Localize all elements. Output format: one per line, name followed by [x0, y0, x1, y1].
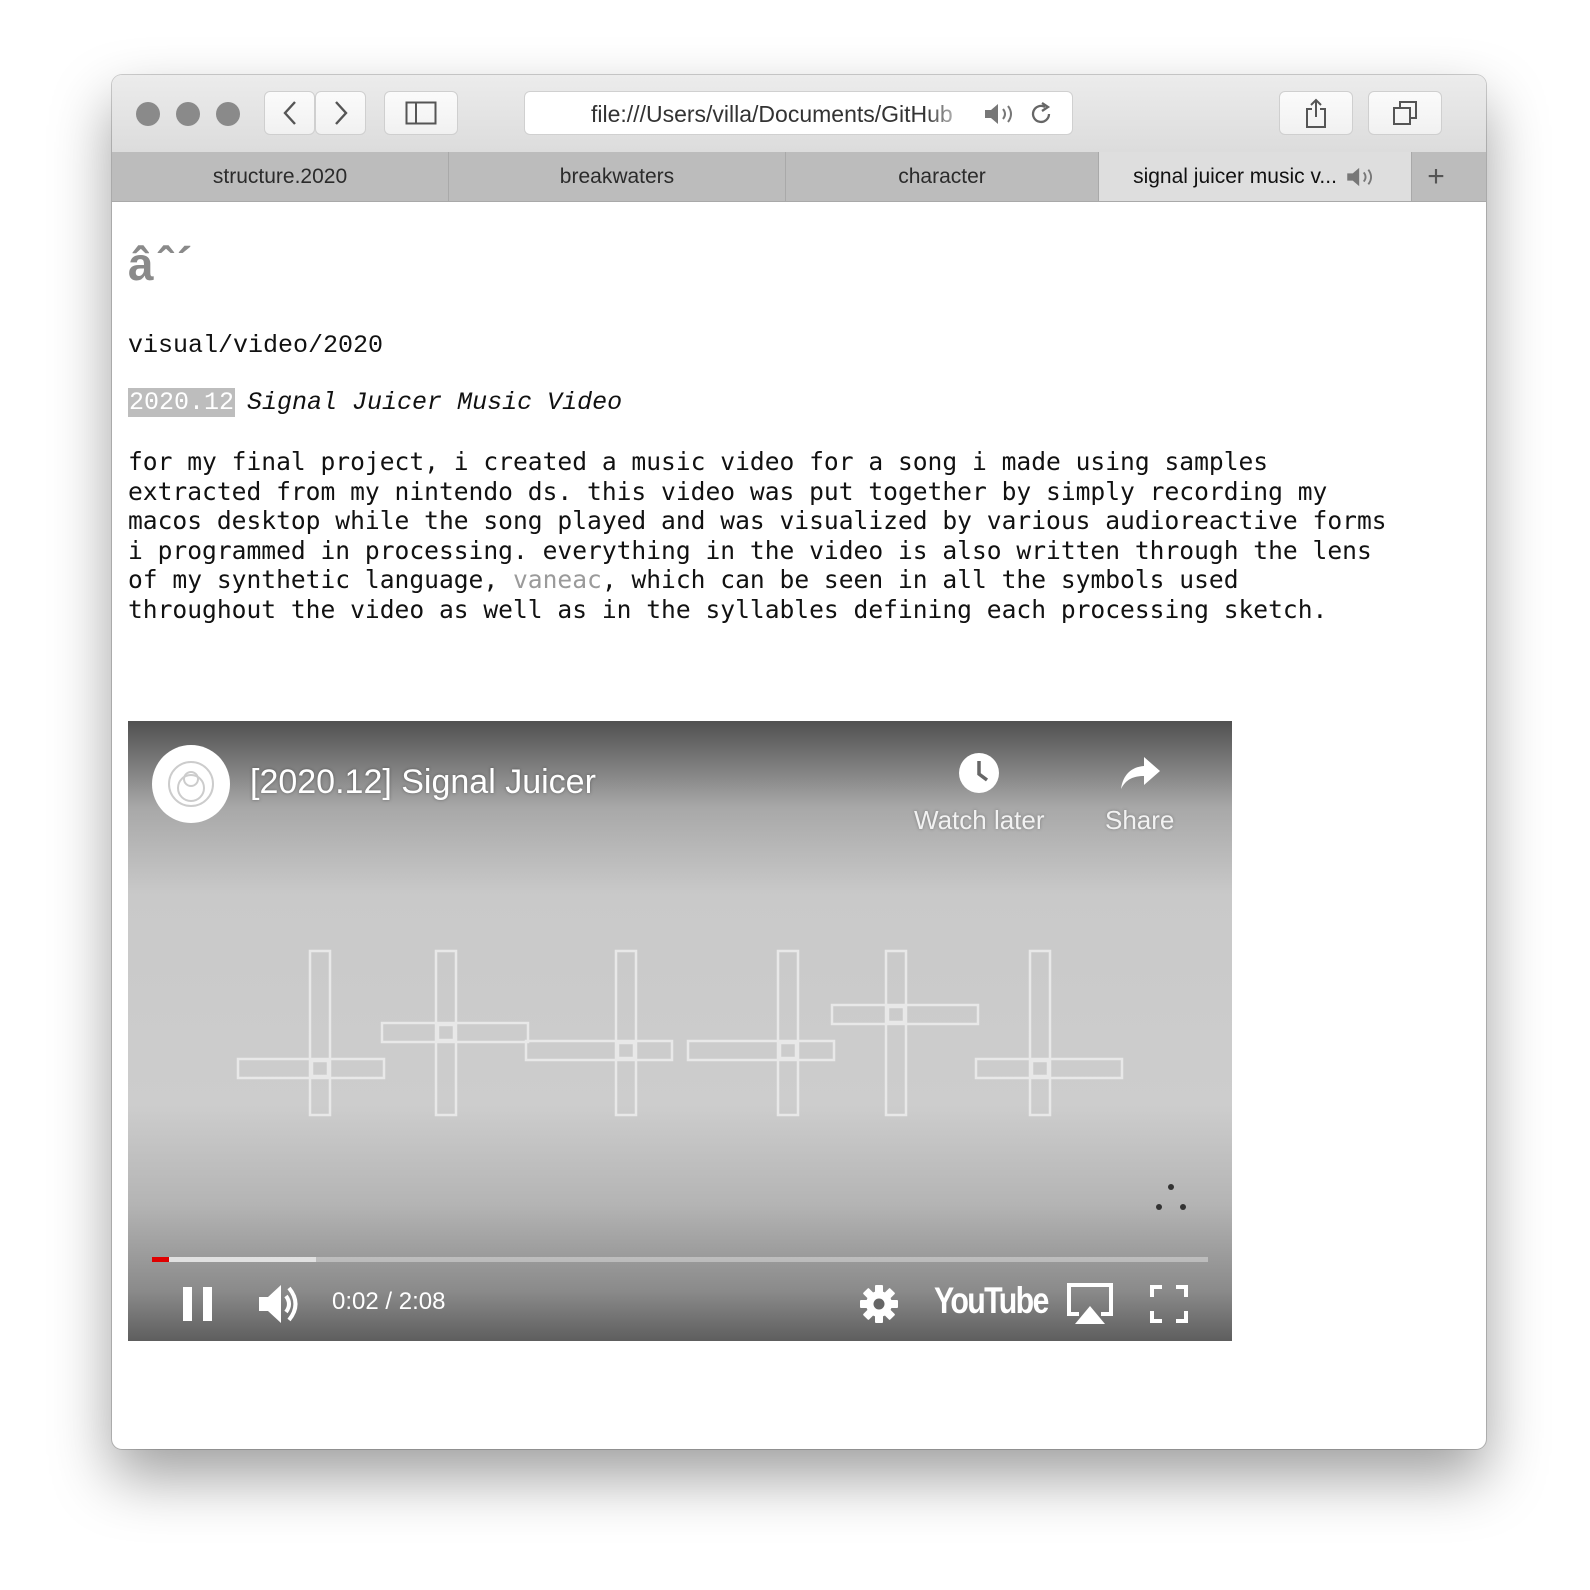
watch-later-button[interactable]: Watch later: [914, 751, 1045, 836]
speaker-icon[interactable]: [983, 102, 1017, 126]
tab-label: structure.2020: [212, 164, 348, 188]
gear-icon: [860, 1285, 898, 1323]
sidebar-button[interactable]: [384, 91, 458, 135]
entry-title: Signal Juicer Music Video: [247, 388, 623, 417]
minimize-window-button[interactable]: [176, 102, 200, 126]
share-label: Share: [1105, 805, 1175, 835]
sidebar-icon: [405, 101, 437, 125]
back-button[interactable]: [264, 91, 315, 135]
browser-toolbar: file:///Users/villa/Documents/GitHub: [112, 75, 1486, 153]
channel-avatar[interactable]: [152, 745, 230, 823]
airplay-button[interactable]: [1064, 1279, 1116, 1329]
clock-icon: [959, 753, 1000, 793]
new-tab-button[interactable]: +: [1412, 152, 1460, 201]
settings-button[interactable]: [856, 1281, 902, 1327]
reload-icon[interactable]: [1028, 101, 1054, 127]
show-tabs-button[interactable]: [1368, 91, 1442, 135]
pause-button[interactable]: [174, 1280, 222, 1328]
zoom-window-button[interactable]: [216, 102, 240, 126]
youtube-logo[interactable]: YouTube: [934, 1280, 1049, 1322]
video-progress-bar[interactable]: [152, 1257, 1208, 1262]
entry-heading: 2020.12 Signal Juicer Music Video: [128, 388, 622, 417]
browser-window: file:///Users/villa/Documents/GitHub str…: [112, 75, 1486, 1449]
site-logo[interactable]: âˆ´: [128, 237, 196, 291]
entry-description: for my final project, i created a music …: [128, 447, 1468, 625]
channel-logo-icon: [168, 761, 214, 807]
buffered-bar: [152, 1257, 316, 1262]
share-icon: [1306, 98, 1326, 128]
video-frame-symbols: [236, 949, 1124, 1117]
share-button[interactable]: [1279, 91, 1353, 135]
tab-speaker-icon[interactable]: [1345, 166, 1377, 188]
forward-arrow-icon: [334, 101, 348, 125]
played-bar: [152, 1257, 169, 1262]
vaneac-link[interactable]: vaneac: [513, 565, 602, 594]
airplay-icon: [1067, 1283, 1113, 1324]
tab-signal-juicer[interactable]: signal juicer music v...: [1099, 152, 1412, 201]
video-title[interactable]: [2020.12] Signal Juicer: [250, 763, 596, 802]
share-video-button[interactable]: Share: [1105, 751, 1174, 836]
watch-later-label: Watch later: [914, 805, 1045, 835]
page-content: âˆ´ visual/video/2020 2020.12 Signal Juic…: [128, 203, 1486, 1449]
pause-icon: [183, 1287, 212, 1321]
forward-button[interactable]: [315, 91, 366, 135]
address-bar[interactable]: file:///Users/villa/Documents/GitHub: [524, 91, 1073, 135]
tabs-icon: [1393, 101, 1417, 125]
section-heading: visual/video/2020: [128, 331, 384, 360]
tab-label: character: [898, 164, 986, 188]
share-arrow-icon: [1120, 757, 1160, 789]
tab-label: signal juicer music v...: [1133, 164, 1337, 188]
tab-label: breakwaters: [559, 164, 675, 188]
tab-structure-2020[interactable]: structure.2020: [112, 152, 449, 201]
url-text[interactable]: file:///Users/villa/Documents/GitHub: [591, 101, 971, 128]
volume-icon: [259, 1285, 298, 1323]
video-time: 0:02 / 2:08: [332, 1288, 446, 1315]
volume-button[interactable]: [254, 1278, 306, 1330]
tab-bar: structure.2020 breakwaters character sig…: [112, 152, 1486, 202]
tab-character[interactable]: character: [786, 152, 1099, 201]
spinner-icon: [1156, 1184, 1186, 1210]
fullscreen-button[interactable]: [1146, 1281, 1192, 1327]
back-arrow-icon: [282, 101, 296, 125]
new-tab-label: +: [1427, 159, 1445, 193]
tab-breakwaters[interactable]: breakwaters: [449, 152, 786, 201]
entry-date: 2020.12: [128, 388, 236, 417]
close-window-button[interactable]: [136, 102, 160, 126]
video-player[interactable]: [2020.12] Signal Juicer Watch later Shar…: [128, 721, 1232, 1341]
fullscreen-icon: [1150, 1285, 1188, 1323]
